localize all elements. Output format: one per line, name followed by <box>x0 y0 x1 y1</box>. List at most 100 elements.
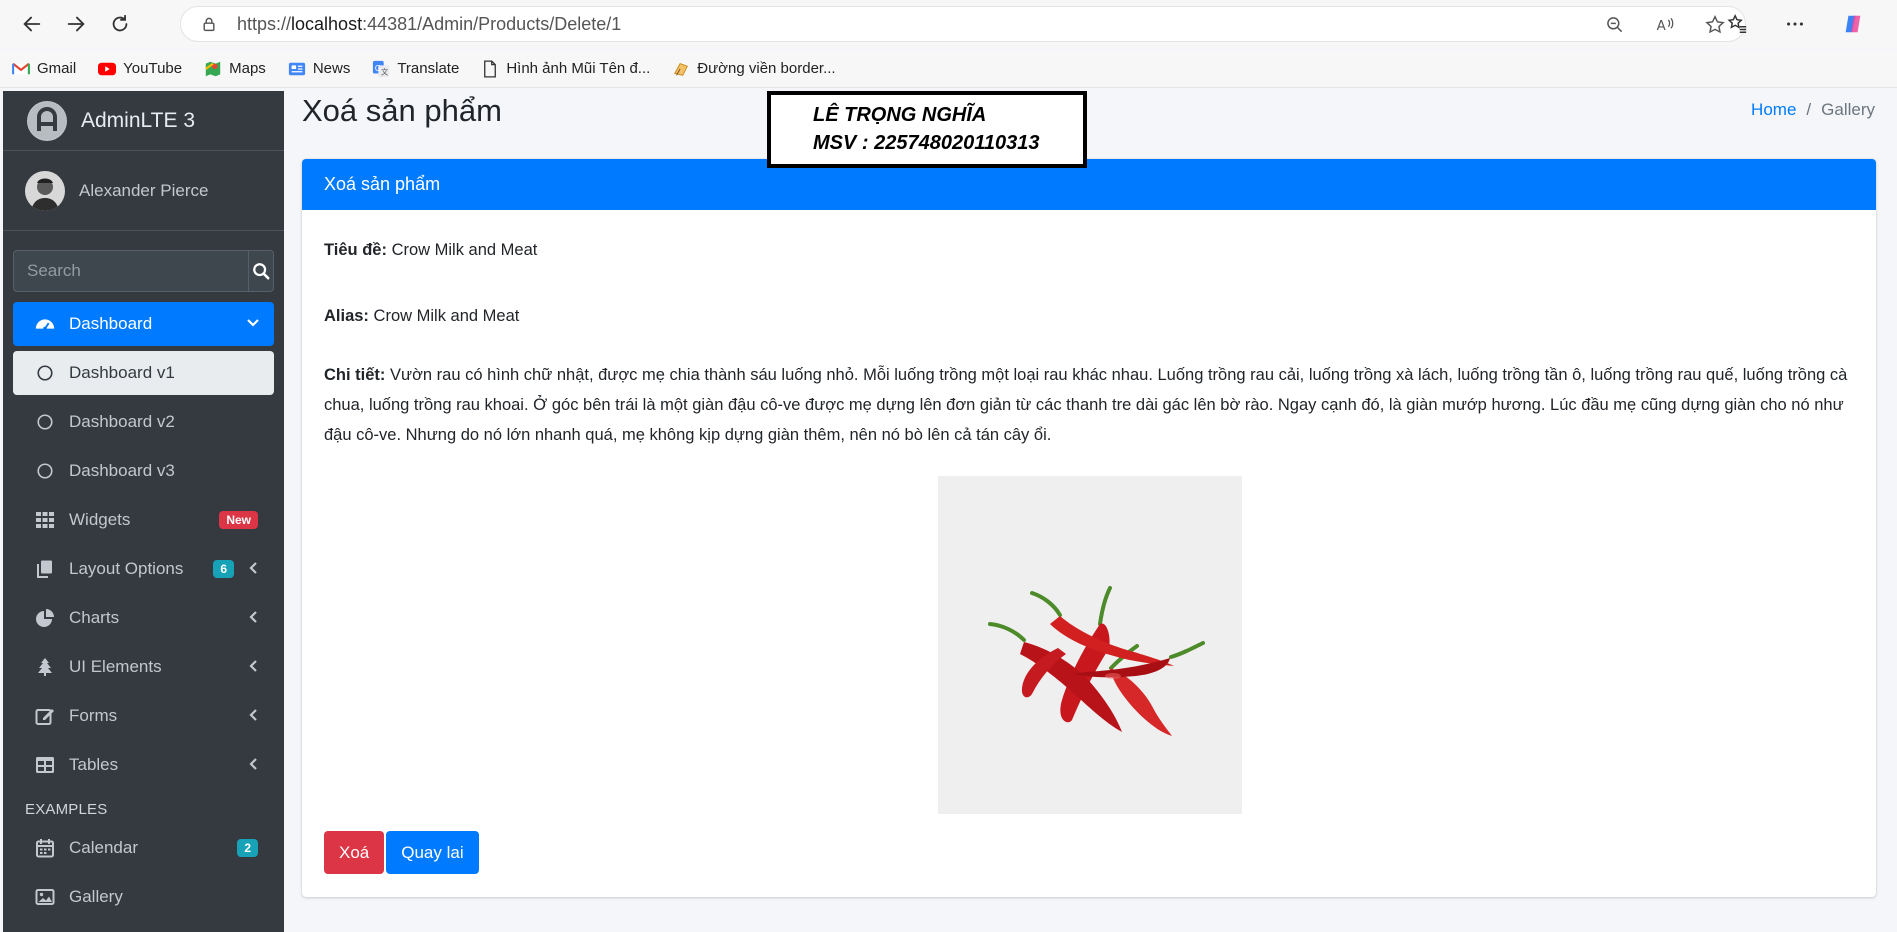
chevron-left-icon <box>246 708 260 722</box>
watermark-student-id: MSV : 225748020110313 <box>813 132 1040 154</box>
sidebar-item-gallery[interactable]: Gallery <box>13 875 274 919</box>
field-label: Tiêu đề: <box>324 241 387 259</box>
svg-text:G: G <box>375 62 381 72</box>
sidebar-item-dashboard-v1[interactable]: Dashboard v1 <box>13 351 274 395</box>
grid-icon <box>33 508 57 532</box>
zoom-out-icon[interactable] <box>1603 13 1627 37</box>
chili-peppers-image <box>938 476 1242 814</box>
copy-icon <box>33 557 57 581</box>
bookmark-maps[interactable]: Maps <box>204 60 266 78</box>
page-icon <box>481 59 499 78</box>
sidebar-item-label: Dashboard <box>69 314 153 333</box>
sidebar-item-dashboard-v2[interactable]: Dashboard v2 <box>13 400 274 444</box>
sidebar-item-label: Dashboard v2 <box>69 412 175 431</box>
search-icon <box>253 263 270 280</box>
sidebar-item-label: UI Elements <box>69 657 162 676</box>
calendar-icon <box>33 836 57 860</box>
card-title: Xoá sản phẩm <box>324 174 441 194</box>
user-name[interactable]: Alexander Pierce <box>79 181 208 201</box>
svg-text:文: 文 <box>381 67 388 76</box>
field-value: Vườn rau có hình chữ nhật, được mẹ chia … <box>324 366 1848 444</box>
reload-icon <box>112 14 128 32</box>
search-input[interactable] <box>13 250 248 292</box>
bookmark-image-icon <box>672 60 690 78</box>
sidebar-item-label: Layout Options <box>69 559 184 578</box>
user-panel[interactable]: Alexander Pierce <box>3 151 284 231</box>
chevron-left-icon <box>246 757 260 771</box>
tree-icon <box>33 655 57 679</box>
delete-button[interactable]: Xoá <box>324 831 385 874</box>
sidebar: AdminLTE 3 Alexander Pierce Dashboard Da… <box>3 91 284 932</box>
back-button[interactable] <box>10 4 54 44</box>
adminlte-logo-icon <box>27 100 67 141</box>
browser-toolbar: https://localhost:44381/Admin/Products/D… <box>0 0 1897 48</box>
bookmark-border[interactable]: Đường viền border... <box>672 60 836 78</box>
arrow-right-icon <box>67 16 85 32</box>
sidebar-item-label: Widgets <box>69 510 131 529</box>
sidebar-item-dashboard-v3[interactable]: Dashboard v3 <box>13 449 274 493</box>
card-body: Tiêu đề: Crow Milk and Meat Alias: Crow … <box>302 210 1876 502</box>
sidebar-item-label: Dashboard v1 <box>69 363 175 382</box>
breadcrumb-home-link[interactable]: Home <box>1751 100 1796 120</box>
field-label: Alias: <box>324 307 369 325</box>
sidebar-item-calendar[interactable]: Calendar 2 <box>13 826 274 870</box>
sidebar-item-label: Charts <box>69 608 120 627</box>
read-aloud-icon[interactable]: A <box>1653 13 1677 37</box>
sidebar-item-widgets[interactable]: Widgets New <box>13 498 274 542</box>
brand-text: AdminLTE 3 <box>81 108 195 132</box>
content-header: Xoá sản phẩm <box>302 93 502 129</box>
breadcrumb-separator: / <box>1806 100 1812 119</box>
back-to-list-button[interactable]: Quay lai <box>386 831 479 874</box>
page-title: Xoá sản phẩm <box>302 93 502 128</box>
url-text: https://localhost:44381/Admin/Products/D… <box>237 13 622 34</box>
field-value: Crow Milk and Meat <box>373 307 520 325</box>
bookmark-gmail[interactable]: Gmail <box>12 60 76 78</box>
sidebar-item-dashboard[interactable]: Dashboard <box>13 302 274 346</box>
breadcrumb-current: Gallery <box>1821 100 1875 119</box>
new-badge: New <box>219 511 258 529</box>
bookmark-news[interactable]: News <box>288 60 350 78</box>
tachometer-icon <box>33 312 57 336</box>
chevron-left-icon <box>246 659 260 673</box>
sidebar-item-tables[interactable]: Tables <box>13 743 274 787</box>
delete-product-card: Xoá sản phẩm Tiêu đề: Crow Milk and Meat… <box>302 159 1876 897</box>
field-title: Tiêu đề: Crow Milk and Meat <box>324 232 1854 268</box>
bookmark-arrow-images[interactable]: Hình ảnh Mũi Tên đ... <box>481 59 650 78</box>
field-value: Crow Milk and Meat <box>391 241 538 259</box>
circle-icon <box>33 361 57 385</box>
news-icon <box>288 60 306 78</box>
brand-link[interactable]: AdminLTE 3 <box>3 91 284 151</box>
address-bar[interactable]: https://localhost:44381/Admin/Products/D… <box>180 6 1746 42</box>
sidebar-item-ui-elements[interactable]: UI Elements <box>13 645 274 689</box>
field-alias: Alias: Crow Milk and Meat <box>324 298 1854 334</box>
sidebar-item-label: Gallery <box>69 887 123 906</box>
field-label: Chi tiết: <box>324 366 386 384</box>
bookmark-youtube[interactable]: YouTube <box>98 60 182 78</box>
forward-button[interactable] <box>54 4 98 44</box>
chevron-left-icon <box>246 610 260 624</box>
circle-icon <box>33 459 57 483</box>
sidebar-item-label: Tables <box>69 755 119 774</box>
sidebar-item-layout-options[interactable]: Layout Options 6 <box>13 547 274 591</box>
bookmark-translate[interactable]: G文 Translate <box>372 60 459 78</box>
sidebar-item-forms[interactable]: Forms <box>13 694 274 738</box>
copilot-icon[interactable] <box>1839 10 1867 38</box>
edit-icon <box>33 704 57 728</box>
favorites-icon[interactable] <box>1723 10 1751 38</box>
sidebar-item-label: Calendar <box>69 838 138 857</box>
sidebar-item-charts[interactable]: Charts <box>13 596 274 640</box>
lock-icon <box>201 15 219 33</box>
reload-button[interactable] <box>98 4 142 44</box>
maps-icon <box>204 60 222 78</box>
field-detail: Chi tiết: Vườn rau có hình chữ nhật, đượ… <box>324 360 1854 450</box>
chevron-left-icon <box>246 561 260 575</box>
count-badge: 6 <box>213 560 234 578</box>
breadcrumb: Home / Gallery <box>1751 100 1875 120</box>
chevron-down-icon <box>246 316 260 330</box>
search-button[interactable] <box>248 250 274 292</box>
sidebar-nav: Dashboard Dashboard v1 Dashboard v2 Dash… <box>3 302 284 919</box>
more-menu-icon[interactable] <box>1781 10 1809 38</box>
card-header: Xoá sản phẩm <box>302 159 1876 210</box>
nav-header-examples: EXAMPLES <box>25 801 108 818</box>
action-buttons: Xoá Quay lai <box>324 831 479 874</box>
